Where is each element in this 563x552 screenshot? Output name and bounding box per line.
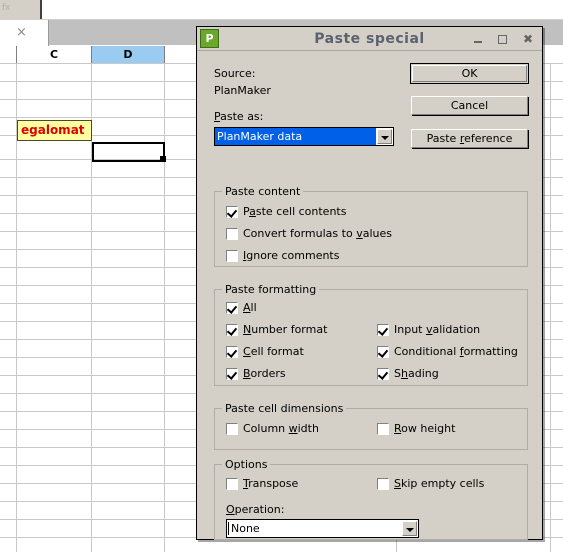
operation-combobox[interactable]: None xyxy=(226,519,419,538)
checkbox-box xyxy=(377,478,389,490)
checkbox-box xyxy=(226,302,238,314)
maximize-icon[interactable] xyxy=(495,31,511,47)
formula-fx-icon: fx xyxy=(2,3,11,13)
formula-input[interactable] xyxy=(40,0,563,19)
column-header-c[interactable]: C xyxy=(17,46,92,63)
ok-button[interactable]: OK xyxy=(410,63,529,84)
source-label: Source: xyxy=(214,67,256,80)
fill-handle[interactable] xyxy=(160,156,166,162)
checkbox-label: Conditional formatting xyxy=(394,345,518,358)
dialog-body: Source: PlanMaker Paste as: PlanMaker da… xyxy=(197,51,542,540)
paste-as-label: Paste as: xyxy=(214,110,264,123)
checkbox-box xyxy=(377,423,389,435)
paste-cell-dimensions-group-title: Paste cell dimensions xyxy=(222,402,347,415)
chevron-down-icon[interactable] xyxy=(402,521,417,536)
paste-cell-dimensions-group: Paste cell dimensions Column width Row h… xyxy=(214,402,528,450)
paste-special-dialog: P Paste special ✖ Source: PlanMaker Past… xyxy=(196,26,543,540)
checkbox-box xyxy=(226,423,238,435)
source-value: PlanMaker xyxy=(214,84,271,97)
checkbox-box xyxy=(226,206,238,218)
dialog-title-bar[interactable]: P Paste special ✖ xyxy=(197,27,542,51)
operation-label: Operation: xyxy=(226,503,285,516)
checkbox-box xyxy=(226,478,238,490)
paste-content-group: Paste content Paste cell contents Conver… xyxy=(214,185,528,267)
checkbox-label: All xyxy=(243,301,257,314)
checkbox-label: Input validation xyxy=(394,323,481,336)
active-cell-d[interactable] xyxy=(92,142,165,162)
checkbox-box xyxy=(226,368,238,380)
sheet-tab[interactable]: × xyxy=(0,20,49,47)
formula-bar: fx xyxy=(0,0,563,20)
close-icon[interactable]: ✖ xyxy=(520,31,536,47)
checkbox-label: Ignore comments xyxy=(243,249,340,262)
paste-content-group-title: Paste content xyxy=(222,185,304,198)
checkbox-label: Column width xyxy=(243,422,319,435)
checkbox-box xyxy=(226,346,238,358)
checkbox-label: Shading xyxy=(394,367,439,380)
checkbox-label: Convert formulas to values xyxy=(243,227,392,240)
column-header-d[interactable]: D xyxy=(92,46,165,63)
close-icon[interactable]: × xyxy=(16,25,27,40)
app-screen: fx × C D egalomat P Paste special ✖ Sour… xyxy=(0,0,563,552)
ok-button-label: OK xyxy=(412,65,527,82)
checkbox-box xyxy=(377,324,389,336)
options-group-title: Options xyxy=(222,458,271,471)
checkbox-label: Transpose xyxy=(243,477,299,490)
checkbox-box xyxy=(377,368,389,380)
operation-value: None xyxy=(231,522,260,535)
chevron-down-icon[interactable] xyxy=(377,129,392,144)
cancel-button[interactable]: Cancel xyxy=(411,96,528,115)
checkbox-label: Borders xyxy=(243,367,286,380)
paste-formatting-group-title: Paste formatting xyxy=(222,283,320,296)
paste-as-combobox[interactable]: PlanMaker data xyxy=(214,127,394,146)
minimize-icon[interactable] xyxy=(470,31,486,47)
cell-c-filled[interactable]: egalomat xyxy=(17,120,92,141)
checkbox-label: Skip empty cells xyxy=(394,477,485,490)
checkbox-box xyxy=(226,250,238,262)
paste-as-value: PlanMaker data xyxy=(215,128,376,145)
checkbox-label: Paste cell contents xyxy=(243,205,347,218)
checkbox-box xyxy=(226,324,238,336)
checkbox-label: Cell format xyxy=(243,345,304,358)
checkbox-label: Number format xyxy=(243,323,328,336)
options-group: Options Transpose Skip empty cells Opera… xyxy=(214,458,528,540)
paste-formatting-group: Paste formatting All Number format Input… xyxy=(214,283,528,386)
checkbox-box xyxy=(377,346,389,358)
column-header-blank[interactable] xyxy=(0,46,17,63)
window-controls: ✖ xyxy=(466,31,536,47)
checkbox-box xyxy=(226,228,238,240)
paste-reference-button[interactable]: Paste reference xyxy=(411,129,528,148)
checkbox-label: Row height xyxy=(394,422,456,435)
